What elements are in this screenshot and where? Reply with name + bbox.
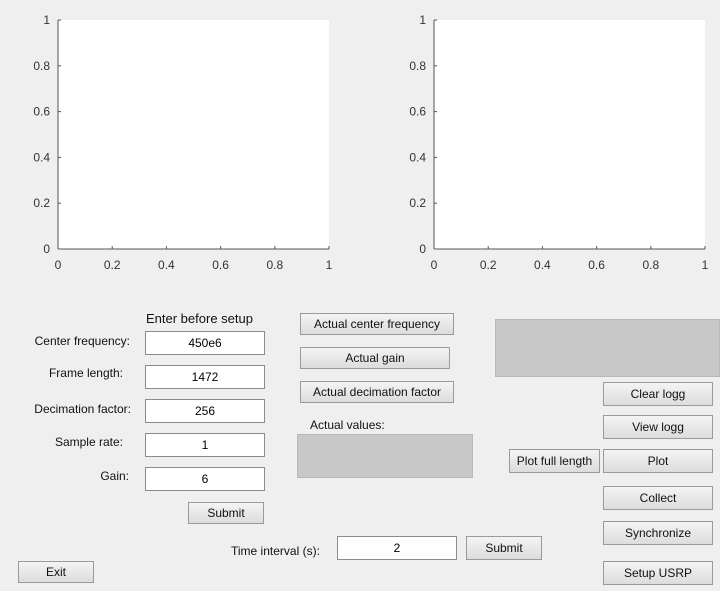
center-frequency-label: Center frequency: [34,334,130,348]
x-tick-label: 0.8 [642,258,659,272]
x-tick-label: 1 [326,258,333,272]
plot-background [434,20,705,249]
y-tick-label: 0.2 [33,196,50,210]
y-tick-label: 0.4 [409,150,426,164]
decimation-factor-label: Decimation factor: [34,402,131,416]
view-logg-button[interactable]: View logg [603,415,713,439]
x-tick-label: 0.2 [480,258,497,272]
y-tick-label: 0.4 [33,150,50,164]
sample-rate-input[interactable] [145,433,265,457]
setup-submit-button[interactable]: Submit [188,502,264,524]
setup-usrp-button[interactable]: Setup USRP [603,561,713,585]
actual-decimation-factor-button[interactable]: Actual decimation factor [300,381,454,403]
plot-background [58,20,329,249]
gain-label: Gain: [100,469,129,483]
time-interval-label: Time interval (s): [231,544,320,558]
x-tick-label: 0.6 [588,258,605,272]
x-tick-label: 1 [702,258,709,272]
y-tick-label: 1 [419,13,426,27]
actual-values-label: Actual values: [310,418,385,432]
synchronize-button[interactable]: Synchronize [603,521,713,545]
y-tick-label: 0.6 [409,105,426,119]
setup-heading: Enter before setup [146,311,253,326]
clear-logg-button[interactable]: Clear logg [603,382,713,406]
time-interval-submit-button[interactable]: Submit [466,536,542,560]
y-tick-label: 0.8 [409,59,426,73]
time-interval-input[interactable] [337,536,457,560]
y-tick-label: 0 [419,242,426,256]
y-tick-label: 0.2 [409,196,426,210]
status-display [495,319,720,377]
plot-area: 0 0.2 0.4 0.6 0.8 1 0 0.2 0.4 0.6 0.8 1 0 0.2 0.4 0.6 0.… [33,13,708,272]
right-plot: 0 0.2 0.4 0.6 0.8 1 0 0.2 0.4 0.6 0.8 1 [409,13,708,272]
x-tick-label: 0.2 [104,258,121,272]
sample-rate-label: Sample rate: [54,435,123,449]
x-tick-label: 0.4 [534,258,551,272]
frame-length-label: Frame length: [48,366,123,380]
actual-center-frequency-button[interactable]: Actual center frequency [300,313,454,335]
y-tick-label: 1 [43,13,50,27]
frame-length-input[interactable] [145,365,265,389]
left-plot: 0 0.2 0.4 0.6 0.8 1 0 0.2 0.4 0.6 0.8 1 [33,13,332,272]
center-frequency-input[interactable] [145,331,265,355]
y-tick-label: 0 [43,242,50,256]
x-tick-label: 0 [431,258,438,272]
x-tick-label: 0.4 [158,258,175,272]
actual-values-display [297,434,473,478]
collect-button[interactable]: Collect [603,486,713,510]
plot-button[interactable]: Plot [603,449,713,473]
gain-input[interactable] [145,467,265,491]
usrp-control-window: 0 0.2 0.4 0.6 0.8 1 0 0.2 0.4 0.6 0.8 1 0 0.2 0.4 0.6 0.… [0,0,720,591]
decimation-factor-input[interactable] [145,399,265,423]
y-tick-label: 0.8 [33,59,50,73]
actual-gain-button[interactable]: Actual gain [300,347,450,369]
x-tick-label: 0 [55,258,62,272]
plot-full-length-button[interactable]: Plot full length [509,449,600,473]
exit-button[interactable]: Exit [18,561,94,583]
y-tick-label: 0.6 [33,105,50,119]
x-tick-label: 0.8 [266,258,283,272]
x-tick-label: 0.6 [212,258,229,272]
